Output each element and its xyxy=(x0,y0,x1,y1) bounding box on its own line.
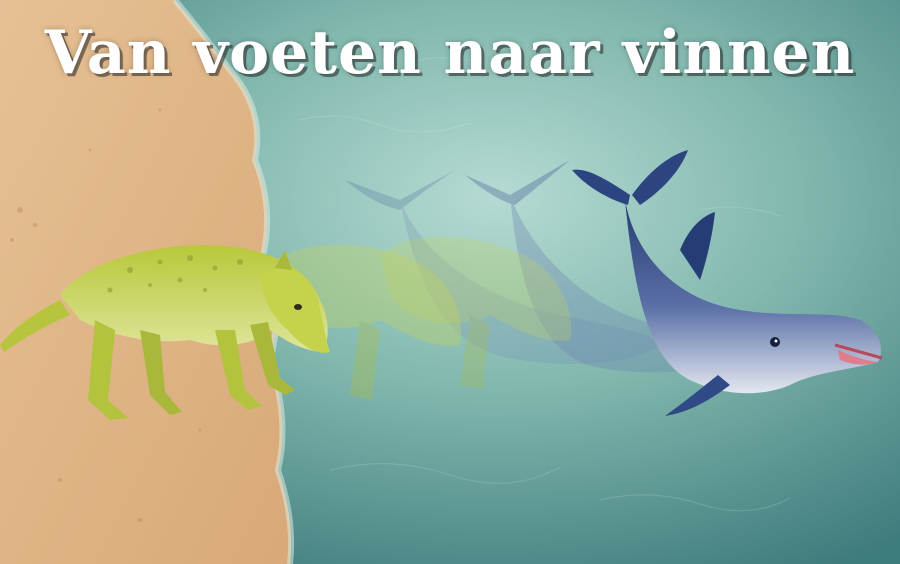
page-title: Van voeten naar vinnen xyxy=(44,18,856,88)
evolution-banner: Van voeten naar vinnen xyxy=(0,0,900,564)
